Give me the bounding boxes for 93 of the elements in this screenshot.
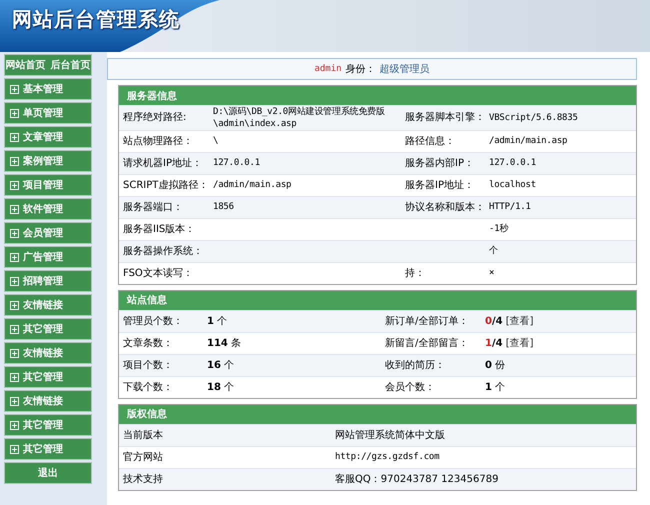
field-label: 服务器操作系统：	[123, 246, 203, 257]
menu-item[interactable]: 文章管理	[4, 126, 92, 148]
field-label: 新订单/全部订单：	[385, 316, 468, 327]
field-label: 请求机器IP地址：	[123, 158, 202, 169]
menu-item[interactable]: 招聘管理	[4, 270, 92, 292]
field-value: 127.0.0.1	[489, 158, 536, 168]
menu-item[interactable]: 其它管理	[4, 438, 92, 460]
expand-icon	[10, 396, 19, 406]
field-label: 收到的简历：	[385, 360, 445, 371]
field-label: 服务器IP地址：	[405, 180, 474, 191]
expand-icon	[10, 372, 19, 382]
count-value: 0 份	[485, 360, 506, 371]
field-label: 当前版本	[123, 430, 163, 441]
field-label: 服务器IIS版本：	[123, 224, 196, 235]
field-label: 程序绝对路径:	[123, 112, 186, 124]
expand-icon	[10, 324, 19, 334]
menu-item[interactable]: 项目管理	[4, 174, 92, 196]
count-value: 16 个	[207, 360, 234, 371]
menu-item[interactable]: 广告管理	[4, 246, 92, 268]
expand-icon	[10, 180, 19, 190]
field-value: HTTP/1.1	[489, 202, 531, 212]
field-label: 管理员个数：	[123, 316, 183, 327]
field-value: 1856	[213, 202, 234, 212]
menu-item[interactable]: 其它管理	[4, 366, 92, 388]
role-label: 身份：	[346, 63, 376, 76]
logo-text: 网站后台管理系统	[12, 6, 180, 33]
menu-item[interactable]: 单页管理	[4, 102, 92, 124]
field-label: 持：	[405, 268, 425, 279]
menu-item[interactable]: 软件管理	[4, 198, 92, 220]
field-value: 网站管理系统简体中文版	[335, 430, 445, 441]
field-value: ×	[489, 268, 494, 278]
field-value: /admin/main.asp	[489, 136, 568, 146]
menu-item[interactable]: 其它管理	[4, 414, 92, 436]
menu-item[interactable]: 友情链接	[4, 294, 92, 316]
field-label: 站点物理路径：	[123, 136, 193, 147]
expand-icon	[10, 228, 19, 238]
expand-icon	[10, 132, 19, 142]
field-value: localhost	[489, 180, 536, 190]
field-value: \	[213, 136, 218, 146]
field-label: 官方网站	[123, 452, 163, 463]
menu-item[interactable]: 会员管理	[4, 222, 92, 244]
expand-icon	[10, 420, 19, 430]
field-label: 新留言/全部留言：	[385, 338, 468, 349]
role-text: 超级管理员	[380, 62, 430, 76]
field-label: 服务器脚本引擎：	[405, 112, 485, 124]
count-value: 0/4	[485, 316, 503, 327]
field-value: 客服QQ：970243787 123456789	[335, 474, 498, 485]
nav-link[interactable]: 后台首页	[50, 58, 90, 72]
count-value: 1 个	[207, 316, 228, 327]
expand-icon	[10, 252, 19, 262]
expand-icon	[10, 348, 19, 358]
count-value: 1 个	[485, 382, 506, 393]
field-value: -1秒	[489, 224, 508, 234]
menu-item[interactable]: 友情链接	[4, 390, 92, 412]
count-value: 1/4	[485, 338, 503, 349]
expand-icon	[10, 84, 19, 94]
field-value: D:\源码\DB_v2.0网站建设管理系统免费版 \admin\index.asp	[213, 107, 385, 129]
menu-item[interactable]: 友情链接	[4, 342, 92, 364]
panel-header: 版权信息	[119, 404, 636, 424]
field-label: 路径信息：	[405, 136, 455, 147]
view-link[interactable]: [查看]	[506, 338, 534, 349]
logout-button[interactable]: 退出	[4, 462, 92, 484]
field-label: 技术支持	[123, 474, 163, 485]
field-label: 协议名称和版本：	[405, 202, 485, 213]
count-value: 18 个	[207, 382, 234, 393]
menu-item[interactable]: 基本管理	[4, 78, 92, 100]
username: admin	[314, 64, 342, 74]
view-link[interactable]: [查看]	[506, 316, 534, 327]
count-value: 114 条	[207, 338, 242, 349]
field-label: 会员个数：	[385, 382, 435, 393]
field-label: 项目个数：	[123, 360, 173, 371]
panel-header: 服务器信息	[119, 86, 636, 105]
field-label: SCRIPT虚拟路径：	[123, 180, 208, 191]
expand-icon	[10, 444, 19, 454]
field-label: FSO文本读写：	[123, 268, 193, 279]
expand-icon	[10, 108, 19, 118]
field-value: 个	[489, 246, 498, 256]
expand-icon	[10, 204, 19, 214]
field-label: 服务器内部IP：	[405, 158, 474, 169]
expand-icon	[10, 276, 19, 286]
expand-icon	[10, 300, 19, 310]
menu-item[interactable]: 案例管理	[4, 150, 92, 172]
field-value: VBScript/5.6.8835	[489, 112, 578, 123]
field-label: 下载个数：	[123, 382, 173, 393]
nav-link[interactable]: 网站首页	[6, 58, 46, 72]
field-label: 文章条数：	[123, 338, 173, 349]
field-value: /admin/main.asp	[213, 180, 292, 190]
field-value: http://gzs.gzdsf.com	[335, 452, 440, 462]
field-label: 服务器端口：	[123, 202, 183, 213]
field-value: 127.0.0.1	[213, 158, 260, 168]
expand-icon	[10, 156, 19, 166]
menu-item[interactable]: 其它管理	[4, 318, 92, 340]
panel-header: 站点信息	[119, 290, 636, 310]
